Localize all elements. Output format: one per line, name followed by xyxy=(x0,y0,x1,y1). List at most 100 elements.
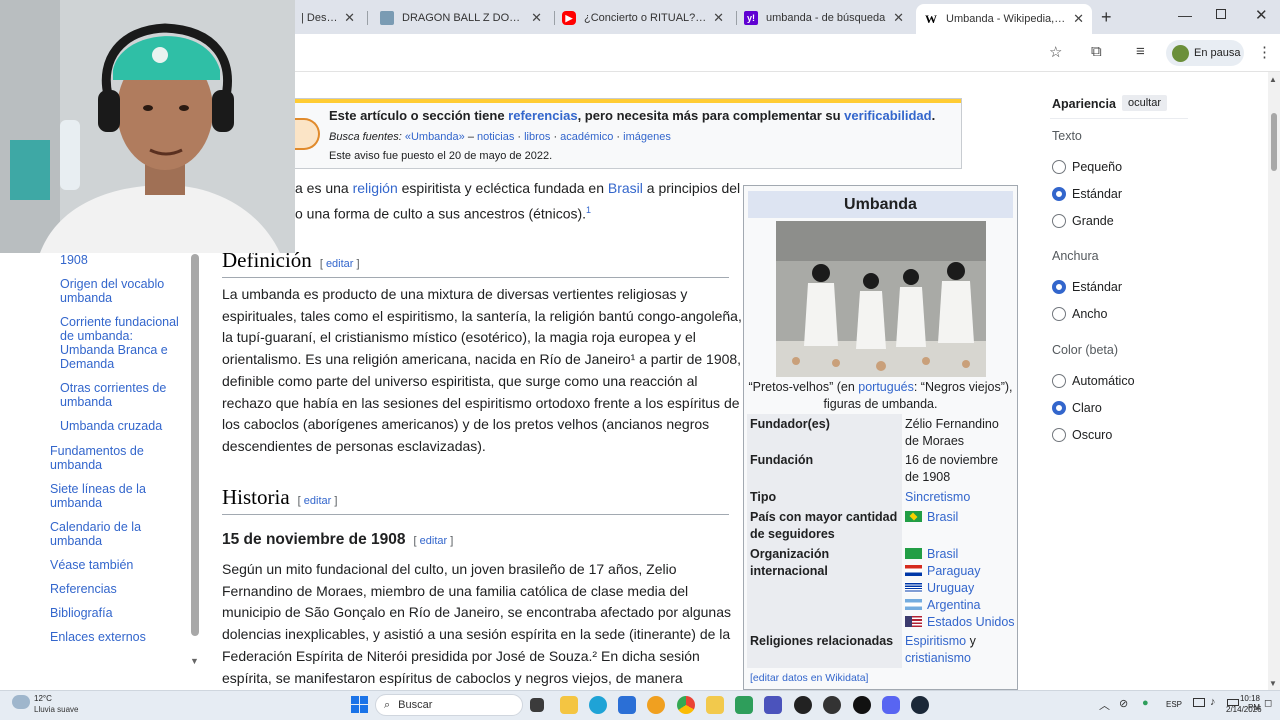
spreadsheet-icon[interactable] xyxy=(735,696,753,714)
clock-date[interactable]: 2/14/2026 xyxy=(1226,705,1262,714)
toc-scroll-down-icon[interactable]: ▼ xyxy=(190,656,199,666)
toc-item-corriente[interactable]: Corriente fundacional de umbanda: Umband… xyxy=(60,315,180,371)
color-auto-radio[interactable] xyxy=(1052,374,1066,388)
toc-item-fundamentos[interactable]: Fundamentos de umbanda xyxy=(50,444,170,472)
search-umbanda-link[interactable]: «Umbanda» xyxy=(405,131,465,143)
task-view-icon[interactable] xyxy=(530,698,544,712)
tray-chevron-icon[interactable]: ︿ xyxy=(1099,697,1110,713)
color-light-radio[interactable] xyxy=(1052,401,1066,415)
notification-icon[interactable]: ◻ xyxy=(1264,698,1272,709)
edit-link[interactable]: editar xyxy=(304,495,332,507)
intro-line-2: o una forma de culto a sus ancestros (ét… xyxy=(295,200,591,225)
close-tab-icon[interactable]: ✕ xyxy=(893,10,904,26)
infobox-image[interactable] xyxy=(776,221,986,377)
verificabilidad-link[interactable]: verificabilidad xyxy=(844,108,931,123)
espiritismo-link[interactable]: Espiritismo xyxy=(905,634,966,648)
bookmark-star-icon[interactable]: ☆ xyxy=(1049,43,1062,61)
weather-icon[interactable] xyxy=(12,695,30,709)
text-line: Fernandino de Moraes, miembro de una fam… xyxy=(222,582,689,599)
cristianismo-link[interactable]: cristianismo xyxy=(905,651,971,665)
language-indicator[interactable]: ESP xyxy=(1166,700,1182,709)
text-size-large-radio[interactable] xyxy=(1052,214,1066,228)
teams-icon[interactable] xyxy=(764,696,782,714)
minimize-button[interactable]: — xyxy=(1178,7,1192,23)
brasil-link[interactable]: Brasil xyxy=(927,510,958,524)
dokkan-favicon-icon xyxy=(380,11,394,25)
toc-item-calendario[interactable]: Calendario de la umbanda xyxy=(50,520,170,548)
brasil-link[interactable]: Brasil xyxy=(608,180,643,196)
media-player-icon[interactable] xyxy=(794,696,812,714)
app-icon[interactable] xyxy=(647,696,665,714)
academico-link[interactable]: académico xyxy=(560,131,613,143)
start-button[interactable] xyxy=(351,696,368,713)
scroll-down-icon[interactable]: ▼ xyxy=(1269,679,1277,688)
weather-desc: Lluvia suave xyxy=(34,705,79,714)
imagenes-link[interactable]: imágenes xyxy=(623,131,671,143)
toc-item-enlaces[interactable]: Enlaces externos xyxy=(50,630,170,644)
obs-icon[interactable] xyxy=(823,696,841,714)
referencias-link[interactable]: referencias xyxy=(508,108,577,123)
file-explorer-icon[interactable] xyxy=(560,696,578,714)
toc-item-umbanda-cruzada[interactable]: Umbanda cruzada xyxy=(60,419,180,433)
store-icon[interactable] xyxy=(618,696,636,714)
toc-item-otras-corrientes[interactable]: Otras corrientes de umbanda xyxy=(60,381,180,409)
wikipedia-favicon-icon: W xyxy=(924,11,938,26)
tray-network-icon[interactable]: ⊘ xyxy=(1119,697,1128,710)
close-tab-icon[interactable]: ✕ xyxy=(1073,11,1084,27)
edit-link[interactable]: editar xyxy=(326,258,354,270)
tray-display-icon[interactable] xyxy=(1193,698,1205,707)
chrome-icon[interactable] xyxy=(677,696,695,714)
tab-dokkan[interactable]: DRAGON BALL Z DOKKAN ✕ xyxy=(372,4,550,32)
portugues-link[interactable]: portugués xyxy=(858,380,914,394)
width-standard-radio[interactable] xyxy=(1052,280,1066,294)
toc-item-bibliografia[interactable]: Bibliografía xyxy=(50,606,170,620)
estados-unidos-link[interactable]: Estados Unidos xyxy=(927,615,1015,629)
wikidata-edit-link[interactable]: [editar datos en Wikidata] xyxy=(750,672,868,684)
libros-link[interactable]: libros xyxy=(524,131,550,143)
discord-icon[interactable] xyxy=(882,696,900,714)
noticias-link[interactable]: noticias xyxy=(477,131,514,143)
reading-list-icon[interactable]: ≡ xyxy=(1136,43,1145,60)
github-icon[interactable] xyxy=(853,696,871,714)
menu-dots-icon[interactable]: ⋮ xyxy=(1257,43,1272,61)
profile-button[interactable]: En pausa xyxy=(1166,40,1244,66)
taskbar-search[interactable]: ⌕ Buscar xyxy=(375,694,523,716)
paraguay-link[interactable]: Paraguay xyxy=(927,564,981,578)
toc-item-vease[interactable]: Véase también xyxy=(50,558,170,572)
close-window-button[interactable]: ✕ xyxy=(1255,6,1268,24)
uruguay-link[interactable]: Uruguay xyxy=(927,581,974,595)
toc-scrollbar[interactable] xyxy=(191,254,199,636)
page-scrollbar-thumb[interactable] xyxy=(1271,113,1277,171)
brasil-link[interactable]: Brasil xyxy=(927,547,958,561)
google-lens-icon[interactable]: ⧉ xyxy=(1091,43,1102,60)
argentina-link[interactable]: Argentina xyxy=(927,598,981,612)
hide-appearance-button[interactable]: ocultar xyxy=(1122,95,1168,111)
footnote-link[interactable]: 1 xyxy=(586,205,591,215)
folder-icon[interactable] xyxy=(706,696,724,714)
tab-descargas[interactable]: | Descarg ✕ xyxy=(293,4,363,32)
new-tab-button[interactable]: + xyxy=(1101,7,1112,28)
close-tab-icon[interactable]: ✕ xyxy=(531,10,542,26)
edit-link[interactable]: editar xyxy=(420,535,448,547)
close-tab-icon[interactable]: ✕ xyxy=(344,10,355,26)
tab-youtube[interactable]: ▶ ¿Concierto o RITUAL? Las s ✕ xyxy=(554,4,732,32)
tab-yahoo-search[interactable]: y! umbanda - de búsqueda ✕ xyxy=(736,4,912,32)
scroll-up-icon[interactable]: ▲ xyxy=(1269,75,1277,84)
religion-link[interactable]: religión xyxy=(353,180,398,196)
width-wide-radio[interactable] xyxy=(1052,307,1066,321)
tray-mic-icon[interactable]: ● xyxy=(1142,697,1149,709)
steam-icon[interactable] xyxy=(911,696,929,714)
toc-item-siete-lineas[interactable]: Siete líneas de la umbanda xyxy=(50,482,170,510)
color-dark-radio[interactable] xyxy=(1052,428,1066,442)
toc-item-origen[interactable]: Origen del vocablo umbanda xyxy=(60,277,180,305)
toc-item-referencias[interactable]: Referencias xyxy=(50,582,170,596)
sincretismo-link[interactable]: Sincretismo xyxy=(905,489,1015,506)
text-size-standard-radio[interactable] xyxy=(1052,187,1066,201)
tab-wikipedia[interactable]: W Umbanda - Wikipedia, la e ✕ xyxy=(916,4,1092,34)
toc-item-1908[interactable]: 1908 xyxy=(60,253,180,267)
restore-button[interactable] xyxy=(1216,9,1226,19)
text-size-small-radio[interactable] xyxy=(1052,160,1066,174)
tray-volume-icon[interactable]: ♪ xyxy=(1210,696,1216,708)
edge-icon[interactable] xyxy=(589,696,607,714)
close-tab-icon[interactable]: ✕ xyxy=(713,10,724,26)
